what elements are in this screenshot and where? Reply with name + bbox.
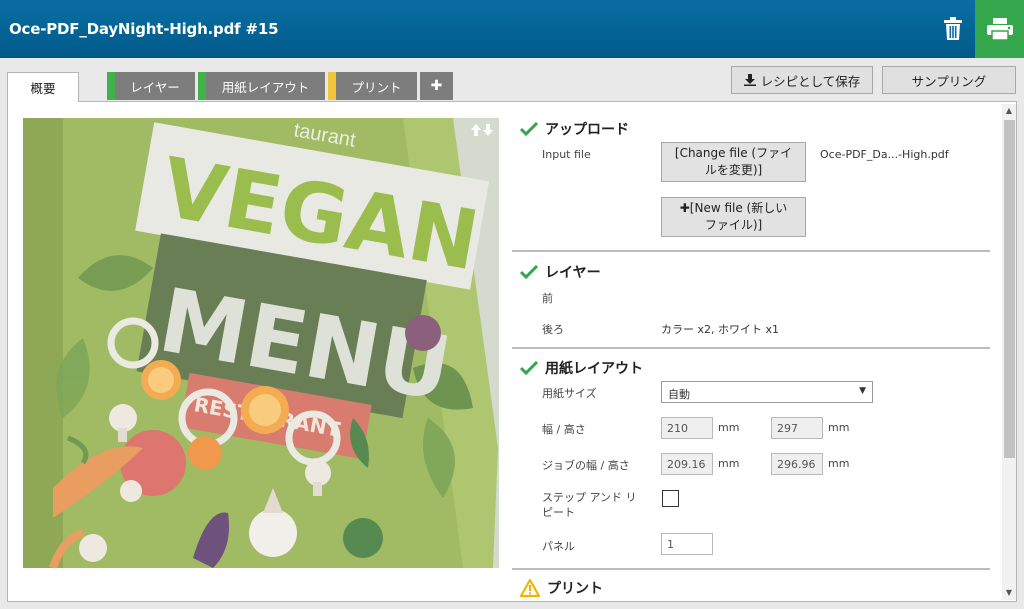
status-stripe xyxy=(198,72,206,100)
scroll-down-icon[interactable]: ▼ xyxy=(1002,586,1016,600)
step-repeat-checkbox[interactable] xyxy=(662,490,679,507)
check-icon xyxy=(520,122,538,136)
back-layer-value: カラー x2, ホワイト x1 xyxy=(661,323,780,336)
layers-section-title: レイヤー xyxy=(520,262,601,282)
check-icon xyxy=(520,265,538,279)
print-button[interactable] xyxy=(975,0,1024,58)
job-height-input[interactable]: 296.96 xyxy=(771,453,823,475)
save-as-recipe-button[interactable]: レシピとして保存 xyxy=(731,66,873,94)
upload-title: アップロード xyxy=(545,122,629,138)
input-file-label: Input file xyxy=(542,148,591,161)
status-stripe xyxy=(328,72,336,100)
check-icon xyxy=(520,361,538,375)
new-file-label-1: [New file (新しい xyxy=(689,201,788,215)
arrow-up-icon[interactable] xyxy=(471,124,481,136)
change-file-label-1: [Change file (ファイ xyxy=(674,146,793,160)
paper-size-select[interactable]: 自動 ▼ xyxy=(661,381,873,403)
step-repeat-label: ステップ アンド リ ピート xyxy=(542,490,637,520)
plus-icon: ✚ xyxy=(679,201,690,215)
paper-layout-section-title: 用紙レイアウト xyxy=(520,358,643,378)
panels-input[interactable]: 1 xyxy=(661,533,713,555)
printer-icon xyxy=(986,18,1013,40)
paper-layout-title: 用紙レイアウト xyxy=(545,361,643,377)
tab-paper-layout[interactable]: 用紙レイアウト xyxy=(198,72,325,100)
menu-illustration: taurant VEGAN MENU RESTAURANT xyxy=(23,118,499,568)
warning-icon xyxy=(520,579,540,597)
new-file-label-2: ファイル)] xyxy=(704,218,763,232)
job-width-unit: mm xyxy=(718,457,740,470)
tab-layers-label: レイヤー xyxy=(130,79,180,95)
app-header: Oce-PDF_DayNight-High.pdf #15 xyxy=(0,0,1024,58)
tab-overview[interactable]: 概要 xyxy=(7,72,79,102)
new-file-button[interactable]: ✚[New file (新しい ファイル)] xyxy=(661,197,806,237)
step-repeat-label-2: ピート xyxy=(542,506,575,519)
job-title: Oce-PDF_DayNight-High.pdf #15 xyxy=(9,20,279,38)
status-stripe xyxy=(107,72,115,100)
step-repeat-label-1: ステップ アンド リ xyxy=(542,491,637,504)
change-file-button[interactable]: [Change file (ファイ ルを変更)] xyxy=(661,142,806,182)
download-icon xyxy=(743,74,756,86)
back-layer-label: 後ろ xyxy=(542,323,564,336)
section-divider xyxy=(512,568,990,570)
input-file-name: Oce-PDF_Da...-High.pdf xyxy=(820,148,949,161)
scroll-up-icon[interactable]: ▲ xyxy=(1002,104,1016,118)
change-file-label-2: ルを変更)] xyxy=(704,163,763,177)
width-unit: mm xyxy=(718,421,740,434)
print-section-title: プリント xyxy=(520,578,603,598)
caret-down-icon: ▼ xyxy=(859,386,866,396)
sampling-label: サンプリング xyxy=(911,73,987,89)
front-layer-label: 前 xyxy=(542,292,553,305)
trash-icon xyxy=(944,17,962,40)
job-size-label: ジョブの幅 / 高さ xyxy=(542,459,630,472)
main-panel: taurant VEGAN MENU RESTAURANT xyxy=(7,101,1017,602)
sampling-button[interactable]: サンプリング xyxy=(882,66,1016,94)
tab-print[interactable]: プリント xyxy=(328,72,417,100)
settings-pane: アップロード Input file [Change file (ファイ ルを変更… xyxy=(512,110,992,600)
tab-layers[interactable]: レイヤー xyxy=(107,72,195,100)
tab-add-button[interactable]: ✚ xyxy=(420,72,453,100)
job-width-input[interactable]: 209.16 xyxy=(661,453,713,475)
reorder-arrows[interactable] xyxy=(471,124,493,136)
delete-button[interactable] xyxy=(933,10,973,48)
section-divider xyxy=(512,250,990,252)
panels-label: パネル xyxy=(542,540,575,553)
tab-paper-layout-label: 用紙レイアウト xyxy=(221,79,310,95)
save-as-recipe-label: レシピとして保存 xyxy=(760,73,861,89)
paper-size-value: 自動 xyxy=(668,388,690,401)
height-input[interactable]: 297 xyxy=(771,417,823,439)
tab-print-label: プリント xyxy=(351,79,402,95)
upload-section-title: アップロード xyxy=(520,119,629,139)
section-divider xyxy=(512,347,990,349)
height-unit: mm xyxy=(828,421,850,434)
job-height-unit: mm xyxy=(828,457,850,470)
settings-scrollbar[interactable]: ▲ ▼ xyxy=(1002,104,1016,600)
print-title: プリント xyxy=(547,581,603,597)
width-height-label: 幅 / 高さ xyxy=(542,423,586,436)
layers-title: レイヤー xyxy=(545,265,601,281)
plus-icon: ✚ xyxy=(430,78,443,94)
document-preview[interactable]: taurant VEGAN MENU RESTAURANT xyxy=(23,118,499,568)
paper-size-label: 用紙サイズ xyxy=(542,387,597,400)
scrollbar-thumb[interactable] xyxy=(1004,120,1015,458)
tab-overview-label: 概要 xyxy=(30,81,56,96)
width-input[interactable]: 210 xyxy=(661,417,713,439)
arrow-down-icon[interactable] xyxy=(483,124,493,136)
